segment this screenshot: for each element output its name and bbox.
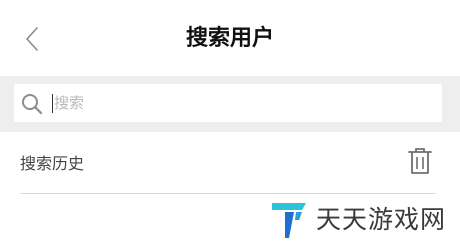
- search-history-header: 搜索历史: [20, 144, 436, 184]
- header-bar: 搜索用户: [0, 0, 460, 76]
- search-input[interactable]: [54, 84, 434, 122]
- search-history-label: 搜索历史: [20, 154, 85, 173]
- history-divider: [20, 193, 436, 194]
- search-box[interactable]: [14, 84, 442, 122]
- page-title: 搜索用户: [185, 26, 274, 51]
- watermark-text: 天天游戏网: [316, 205, 447, 234]
- text-cursor: [52, 94, 53, 113]
- search-icon: [22, 94, 43, 115]
- watermark: 天天游戏网: [270, 198, 460, 242]
- trash-icon: [408, 148, 432, 174]
- clear-history-button[interactable]: [406, 146, 434, 176]
- search-bar-container: [0, 76, 460, 132]
- watermark-logo-icon: [272, 203, 306, 238]
